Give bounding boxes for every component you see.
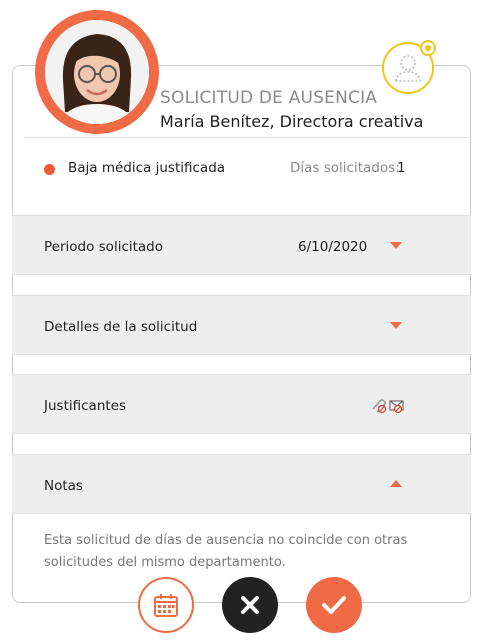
section-details[interactable]: Detalles de la solicitud bbox=[12, 295, 471, 355]
calendar-icon bbox=[154, 594, 178, 617]
employee-name: María Benítez, Directora creativa bbox=[160, 112, 424, 131]
close-icon bbox=[241, 596, 259, 614]
period-value: 6/10/2020 bbox=[298, 239, 368, 255]
status-dot-icon bbox=[44, 164, 55, 175]
avatar bbox=[35, 10, 159, 134]
chevron-down-icon[interactable] bbox=[390, 242, 402, 249]
mail-icon bbox=[389, 400, 404, 414]
notes-text: Esta solicitud de días de ausencia no co… bbox=[44, 533, 408, 570]
accept-button[interactable] bbox=[306, 577, 362, 633]
attachment-icons bbox=[368, 395, 408, 415]
attachments-label: Justificantes bbox=[44, 398, 127, 414]
days-requested-value: 1 bbox=[397, 160, 406, 176]
absence-type-row: Baja médica justificada Días solicitados… bbox=[12, 150, 471, 190]
check-icon bbox=[322, 596, 346, 614]
section-attachments[interactable]: Justificantes bbox=[12, 374, 471, 434]
divider bbox=[25, 137, 468, 138]
days-requested-label: Días solicitados: bbox=[290, 160, 400, 176]
paperclip-icon bbox=[372, 399, 387, 414]
user-presence-icon[interactable] bbox=[382, 40, 436, 94]
period-label: Periodo solicitado bbox=[44, 239, 164, 255]
chevron-down-icon[interactable] bbox=[390, 322, 402, 329]
page-title: SOLICITUD DE AUSENCIA bbox=[160, 88, 378, 108]
chevron-up-icon[interactable] bbox=[390, 480, 402, 487]
status-indicator-icon bbox=[420, 40, 436, 56]
section-notes[interactable]: Notas bbox=[12, 454, 471, 514]
section-period[interactable]: Periodo solicitado 6/10/2020 bbox=[12, 215, 471, 275]
notes-label: Notas bbox=[44, 478, 83, 494]
calendar-button[interactable] bbox=[138, 577, 194, 633]
details-label: Detalles de la solicitud bbox=[44, 319, 198, 335]
avatar-photo bbox=[45, 20, 149, 124]
absence-type-label: Baja médica justificada bbox=[68, 160, 226, 176]
reject-button[interactable] bbox=[222, 577, 278, 633]
